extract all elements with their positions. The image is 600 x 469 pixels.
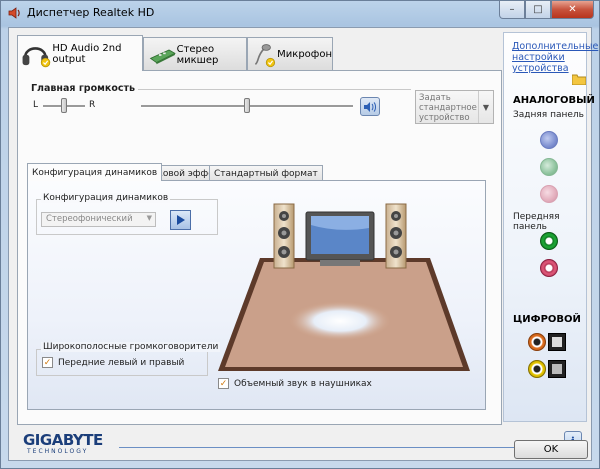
optical-out-port-1[interactable]	[548, 333, 566, 351]
maximize-button[interactable]: □	[525, 1, 551, 19]
tab-hd-audio-output-label: HD Audio 2nd output	[52, 42, 122, 65]
tab-stereo-mixer-label: Стерео микшер	[176, 43, 219, 66]
folder-icon[interactable]	[572, 73, 586, 85]
mixer-board-icon	[149, 48, 176, 64]
mute-button[interactable]	[360, 97, 380, 116]
front-pink-jack[interactable]	[540, 259, 558, 277]
chevron-down-icon: ▼	[478, 91, 493, 123]
ok-button[interactable]: OK	[514, 440, 588, 459]
volume-label: Главная громкость	[31, 83, 138, 94]
brand-subtitle: TECHNOLOGY	[27, 448, 89, 455]
title-bar[interactable]: Диспетчер Realtek HD – □ ✕	[1, 1, 599, 27]
balance-left-label: L	[33, 100, 39, 110]
front-lr-label: Передние левый и правый	[58, 357, 185, 368]
speaker-volume-icon	[364, 101, 376, 112]
volume-group: Главная громкость L R	[31, 83, 411, 123]
advanced-settings-link[interactable]: Дополнительные настройки устройства	[512, 41, 598, 74]
play-icon	[176, 215, 185, 225]
microphone-icon	[254, 43, 276, 67]
window-controls: – □ ✕	[499, 1, 594, 20]
volume-slider[interactable]	[141, 98, 353, 113]
speaker-config-panel: Конфигурация динамиков Стереофонический …	[27, 180, 486, 410]
minimize-button[interactable]: –	[499, 1, 525, 19]
coaxial-orange-jack[interactable]	[528, 333, 546, 351]
close-button[interactable]: ✕	[551, 1, 594, 19]
chevron-down-icon: ▼	[146, 214, 152, 222]
footer-divider	[119, 447, 557, 448]
app-window: Диспетчер Realtek HD – □ ✕ HD Audio 2nd …	[0, 0, 600, 469]
rear-panel-label: Задняя панель	[513, 110, 584, 120]
subtab-speaker-config[interactable]: Конфигурация динамиков	[27, 163, 163, 181]
footer-bar: GIGABYTE TECHNOLOGY i	[9, 425, 591, 461]
volume-slider-thumb[interactable]	[244, 98, 250, 113]
front-green-jack[interactable]	[540, 232, 558, 250]
room-speaker-illustration	[218, 203, 470, 371]
window-title: Диспетчер Realtek HD	[27, 6, 155, 19]
surround-headphones-row[interactable]: ✓ Объемный звук в наушниках	[218, 378, 372, 389]
coaxial-yellow-jack[interactable]	[528, 360, 546, 378]
speaker-config-group-label: Конфигурация динамиков	[41, 193, 171, 203]
tv-monitor-icon	[305, 211, 375, 266]
left-speaker-icon	[273, 203, 295, 269]
optical-out-port-2[interactable]	[548, 360, 566, 378]
balance-right-label: R	[89, 100, 96, 110]
surround-headphones-checkbox[interactable]: ✓	[218, 378, 229, 389]
speaker-config-select[interactable]: Стереофонический ▼	[41, 212, 156, 227]
rear-blue-jack[interactable]	[540, 131, 558, 149]
tab-stereo-mixer[interactable]: Стерео микшер	[143, 37, 247, 71]
jack-panel: Дополнительные настройки устройства АНАЛ…	[503, 32, 598, 422]
brand-logo: GIGABYTE	[23, 431, 103, 449]
tab-microphone[interactable]: Микрофон	[247, 37, 333, 71]
fullrange-group-label: Широкополосные громкоговорители	[41, 342, 221, 352]
front-lr-checkbox-row[interactable]: ✓ Передние левый и правый	[42, 357, 184, 368]
front-panel-label: Передняя панель	[513, 212, 560, 232]
tab-hd-audio-output[interactable]: HD Audio 2nd output	[17, 35, 143, 71]
front-lr-checkbox[interactable]: ✓	[42, 357, 53, 368]
headphones-icon	[22, 46, 51, 67]
speaker-config-selected: Стереофонический	[46, 214, 133, 224]
balance-slider-thumb[interactable]	[61, 98, 67, 113]
balance-slider[interactable]	[43, 98, 85, 113]
rear-green-jack[interactable]	[540, 158, 558, 176]
set-default-device-button[interactable]: Задать стандартное устройство ▼	[415, 90, 494, 124]
right-speaker-icon	[385, 203, 407, 269]
client-area: HD Audio 2nd output Стерео микшер Микроф…	[8, 27, 598, 461]
subtab-default-format[interactable]: Стандартный формат	[209, 165, 323, 181]
rear-pink-jack[interactable]	[540, 185, 558, 203]
digital-heading: ЦИФРОВОЙ	[513, 314, 581, 325]
surround-headphones-label: Объемный звук в наушниках	[234, 378, 372, 389]
set-default-device-label: Задать стандартное устройство	[419, 93, 477, 123]
play-test-button[interactable]	[170, 210, 191, 230]
analog-heading: АНАЛОГОВЫЙ	[513, 95, 595, 106]
speaker-app-icon	[8, 7, 20, 19]
tab-microphone-label: Микрофон	[277, 49, 332, 60]
